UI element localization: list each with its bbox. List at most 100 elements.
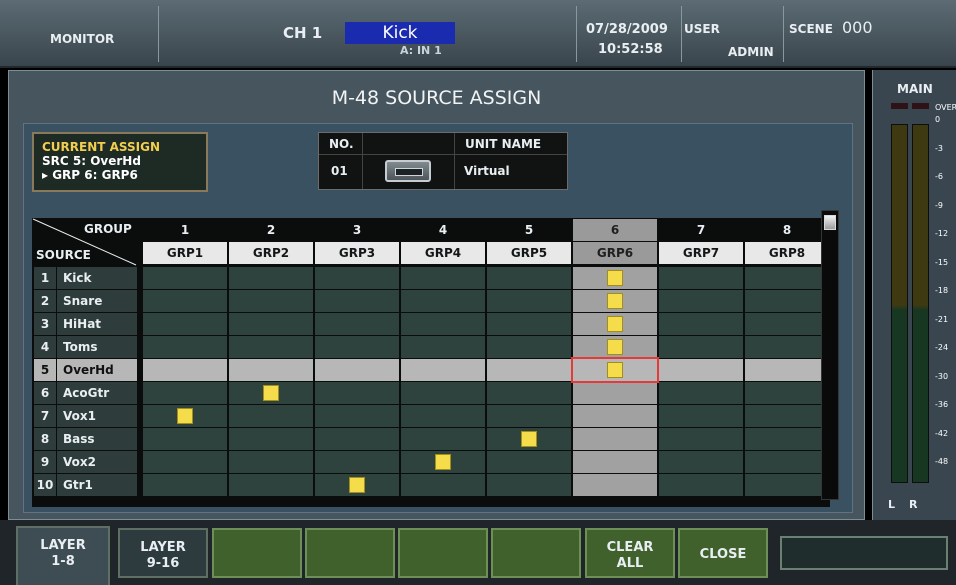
group-number-header[interactable]: 7 — [659, 219, 743, 241]
assign-cell[interactable] — [745, 428, 829, 450]
group-name-header[interactable]: GRP4 — [401, 242, 485, 264]
assign-cell[interactable] — [659, 451, 743, 473]
assign-cell[interactable] — [229, 359, 313, 381]
source-name[interactable]: Bass — [57, 428, 137, 450]
assign-cell[interactable] — [659, 313, 743, 335]
group-name-header[interactable]: GRP3 — [315, 242, 399, 264]
assign-cell[interactable] — [229, 267, 313, 289]
scrollbar-thumb[interactable] — [824, 215, 836, 230]
assign-cell[interactable] — [401, 451, 485, 473]
assign-cell[interactable] — [745, 451, 829, 473]
group-name-header[interactable]: GRP2 — [229, 242, 313, 264]
layer-1-8-button[interactable]: LAYER 1-8 — [16, 526, 110, 585]
assign-cell[interactable] — [659, 336, 743, 358]
source-name[interactable]: Vox1 — [57, 405, 137, 427]
assign-cell[interactable] — [745, 359, 829, 381]
grid-scrollbar[interactable] — [821, 210, 839, 500]
assign-cell[interactable] — [659, 267, 743, 289]
assign-cell[interactable] — [573, 405, 657, 427]
assign-cell[interactable] — [143, 451, 227, 473]
source-name[interactable]: HiHat — [57, 313, 137, 335]
group-number-header[interactable]: 2 — [229, 219, 313, 241]
assign-cell[interactable] — [315, 290, 399, 312]
source-name[interactable]: Gtr1 — [57, 474, 137, 496]
assign-cell[interactable] — [229, 428, 313, 450]
assign-cell[interactable] — [573, 428, 657, 450]
assign-cell[interactable] — [229, 405, 313, 427]
assign-cell[interactable] — [659, 290, 743, 312]
assign-cell[interactable] — [401, 359, 485, 381]
assign-cell[interactable] — [229, 290, 313, 312]
assign-cell[interactable] — [401, 474, 485, 496]
assign-cell[interactable] — [745, 313, 829, 335]
assign-cell[interactable] — [229, 382, 313, 404]
function-button-empty[interactable] — [398, 528, 488, 578]
assign-cell[interactable] — [487, 428, 571, 450]
assign-cell[interactable] — [315, 405, 399, 427]
assign-cell[interactable] — [573, 336, 657, 358]
assign-cell[interactable] — [229, 336, 313, 358]
group-number-header[interactable]: 4 — [401, 219, 485, 241]
assign-cell[interactable] — [659, 428, 743, 450]
assign-cell[interactable] — [659, 474, 743, 496]
assign-cell[interactable] — [659, 405, 743, 427]
close-button[interactable]: CLOSE — [678, 528, 768, 578]
assign-cell[interactable] — [143, 290, 227, 312]
assign-cell[interactable] — [315, 382, 399, 404]
assign-cell[interactable] — [573, 474, 657, 496]
assign-cell[interactable] — [315, 451, 399, 473]
assign-cell[interactable] — [659, 359, 743, 381]
assign-cell[interactable] — [401, 336, 485, 358]
source-name[interactable]: Kick — [57, 267, 137, 289]
source-name[interactable]: Snare — [57, 290, 137, 312]
assign-cell[interactable] — [745, 290, 829, 312]
assign-cell[interactable] — [745, 267, 829, 289]
assign-cell[interactable] — [659, 382, 743, 404]
assign-cell[interactable] — [315, 474, 399, 496]
group-name-header[interactable]: GRP5 — [487, 242, 571, 264]
group-number-header[interactable]: 1 — [143, 219, 227, 241]
assign-cell[interactable] — [487, 290, 571, 312]
function-button-empty[interactable] — [212, 528, 302, 578]
assign-cell[interactable] — [487, 474, 571, 496]
group-name-header[interactable]: GRP1 — [143, 242, 227, 264]
function-button-empty[interactable] — [305, 528, 395, 578]
assign-cell[interactable] — [315, 267, 399, 289]
assign-cell[interactable] — [315, 336, 399, 358]
assign-cell[interactable] — [573, 290, 657, 312]
assign-cell[interactable] — [401, 428, 485, 450]
assign-cell[interactable] — [143, 313, 227, 335]
assign-cell[interactable] — [487, 336, 571, 358]
source-name[interactable]: Vox2 — [57, 451, 137, 473]
assign-cell[interactable] — [143, 336, 227, 358]
group-name-header[interactable]: GRP7 — [659, 242, 743, 264]
assign-cell[interactable] — [229, 474, 313, 496]
layer-9-16-button[interactable]: LAYER 9-16 — [118, 528, 208, 578]
source-name[interactable]: Toms — [57, 336, 137, 358]
assign-cell[interactable] — [401, 382, 485, 404]
assign-cell[interactable] — [315, 313, 399, 335]
assign-cell[interactable] — [487, 405, 571, 427]
assign-cell[interactable] — [401, 313, 485, 335]
assign-cell[interactable] — [487, 359, 571, 381]
assign-cell[interactable] — [143, 382, 227, 404]
assign-cell[interactable] — [143, 474, 227, 496]
source-name[interactable]: OverHd — [57, 359, 137, 381]
assign-cell[interactable] — [229, 451, 313, 473]
clear-all-button[interactable]: CLEAR ALL — [585, 528, 675, 578]
group-number-header[interactable]: 3 — [315, 219, 399, 241]
assign-cell[interactable] — [143, 267, 227, 289]
source-name[interactable]: AcoGtr — [57, 382, 137, 404]
group-name-header[interactable]: GRP6 — [573, 242, 657, 264]
assign-cell[interactable] — [745, 382, 829, 404]
assign-cell[interactable] — [745, 405, 829, 427]
assign-cell[interactable] — [315, 359, 399, 381]
assign-cell[interactable] — [573, 267, 657, 289]
assign-cell[interactable] — [315, 428, 399, 450]
assign-cell[interactable] — [573, 451, 657, 473]
assign-cell[interactable] — [573, 382, 657, 404]
assign-cell[interactable] — [229, 313, 313, 335]
assign-cell[interactable] — [487, 451, 571, 473]
assign-cell[interactable] — [143, 359, 227, 381]
assign-cell[interactable] — [401, 405, 485, 427]
